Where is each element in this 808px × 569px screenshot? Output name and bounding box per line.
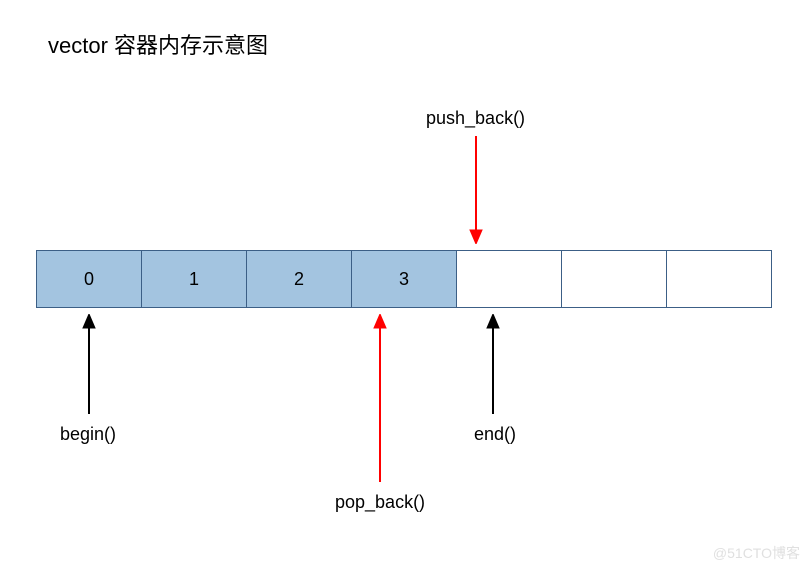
pop-back-label: pop_back() xyxy=(335,492,425,513)
diagram-title: vector 容器内存示意图 xyxy=(48,28,268,60)
begin-label: begin() xyxy=(60,424,116,445)
watermark: @51CTO博客 xyxy=(713,543,800,563)
vector-cells-row: 0 1 2 3 xyxy=(36,250,772,308)
cell-1: 1 xyxy=(142,251,247,307)
begin-arrow xyxy=(79,314,99,414)
end-label: end() xyxy=(474,424,516,445)
cell-5 xyxy=(562,251,667,307)
cell-0: 0 xyxy=(37,251,142,307)
cell-2: 2 xyxy=(247,251,352,307)
cell-6 xyxy=(667,251,771,307)
push-back-label: push_back() xyxy=(426,108,525,129)
push-back-arrow xyxy=(466,136,486,244)
cell-4 xyxy=(457,251,562,307)
pop-back-arrow xyxy=(370,314,390,482)
cell-3: 3 xyxy=(352,251,457,307)
end-arrow xyxy=(483,314,503,414)
